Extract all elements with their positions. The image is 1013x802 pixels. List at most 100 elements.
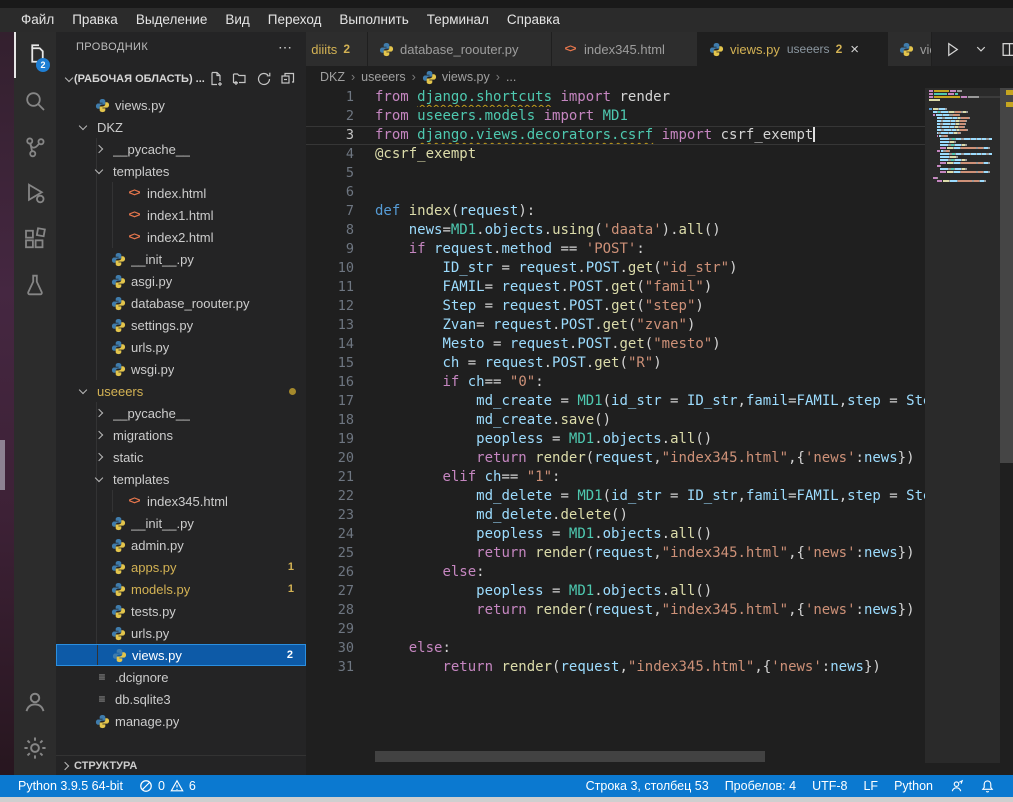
tab-database_roouter.py[interactable]: database_roouter.py — [368, 32, 552, 66]
activitybar-item-settings[interactable] — [14, 725, 56, 771]
tree-file-.dcignore[interactable]: ≡.dcignore — [56, 666, 306, 688]
activitybar-item-explorer[interactable]: 2 — [14, 32, 56, 78]
tree-folder-static[interactable]: static — [56, 446, 306, 468]
outline-section-header[interactable]: СТРУКТУРА — [56, 755, 306, 775]
code-line-24[interactable]: 24 peopless = MD1.objects.all() — [306, 525, 925, 544]
code-editor[interactable]: 1from django.shortcuts import render2fro… — [306, 88, 1013, 763]
code-line-1[interactable]: 1from django.shortcuts import render — [306, 88, 925, 107]
tree-file-apps.py[interactable]: apps.py1 — [56, 556, 306, 578]
split-editor-icon[interactable] — [1001, 41, 1013, 58]
code-line-14[interactable]: 14 Mesto = request.POST.get("mesto") — [306, 335, 925, 354]
close-icon[interactable]: × — [850, 41, 859, 58]
vertical-scrollbar[interactable] — [1000, 88, 1013, 763]
tree-file-index2.html[interactable]: <>index2.html — [56, 226, 306, 248]
new-folder-icon[interactable] — [232, 71, 248, 87]
code-line-5[interactable]: 5 — [306, 164, 925, 183]
code-line-3[interactable]: 3from django.views.decorators.csrf impor… — [306, 126, 925, 145]
refresh-icon[interactable] — [256, 71, 272, 87]
code-line-23[interactable]: 23 md_delete.delete() — [306, 506, 925, 525]
tab-views.py[interactable]: views.pyuseeers2× — [698, 32, 888, 66]
code-line-17[interactable]: 17 md_create = MD1(id_str = ID_str,famil… — [306, 392, 925, 411]
tree-folder-templates[interactable]: templates — [56, 160, 306, 182]
breadcrumb-item-useeers[interactable]: useeers — [361, 70, 405, 84]
tree-file-__init__.py[interactable]: __init__.py — [56, 512, 306, 534]
code-line-25[interactable]: 25 return render(request,"index345.html"… — [306, 544, 925, 563]
new-file-icon[interactable] — [208, 71, 224, 87]
horizontal-scrollbar-thumb[interactable] — [375, 751, 765, 762]
code-line-31[interactable]: 31 return render(request,"index345.html"… — [306, 658, 925, 677]
tree-file-index.html[interactable]: <>index.html — [56, 182, 306, 204]
vertical-scrollbar-thumb[interactable] — [1000, 88, 1013, 463]
tab-index345.html[interactable]: <>index345.html — [552, 32, 698, 66]
code-line-13[interactable]: 13 Zvan= request.POST.get("zvan") — [306, 316, 925, 335]
tree-file-admin.py[interactable]: admin.py — [56, 534, 306, 556]
code-line-6[interactable]: 6 — [306, 183, 925, 202]
collapse-all-icon[interactable] — [280, 71, 296, 87]
code-line-2[interactable]: 2from useeers.models import MD1 — [306, 107, 925, 126]
status-feedback[interactable] — [941, 775, 972, 797]
status-eol[interactable]: LF — [855, 775, 886, 797]
code-line-9[interactable]: 9 if request.method == 'POST': — [306, 240, 925, 259]
tree-folder-templates[interactable]: templates — [56, 468, 306, 490]
code-line-16[interactable]: 16 if ch== "0": — [306, 373, 925, 392]
activitybar-item-testing[interactable] — [14, 262, 56, 308]
explorer-more-actions-icon[interactable]: ⋯ — [278, 39, 292, 56]
tree-file-db.sqlite3[interactable]: ≡db.sqlite3 — [56, 688, 306, 710]
menu-item-3[interactable]: Вид — [216, 8, 258, 32]
code-line-12[interactable]: 12 Step = request.POST.get("step") — [306, 297, 925, 316]
tree-file-views.py[interactable]: views.py2 — [56, 644, 306, 666]
activitybar-item-source-control[interactable] — [14, 124, 56, 170]
workspace-section-header[interactable]: (РАБОЧАЯ ОБЛАСТЬ) ... — [56, 68, 306, 90]
code-line-28[interactable]: 28 return render(request,"index345.html"… — [306, 601, 925, 620]
code-line-11[interactable]: 11 FAMIL= request.POST.get("famil") — [306, 278, 925, 297]
minimap[interactable] — [925, 88, 1000, 763]
menu-item-5[interactable]: Выполнить — [330, 8, 417, 32]
code-line-26[interactable]: 26 else: — [306, 563, 925, 582]
menu-item-2[interactable]: Выделение — [127, 8, 217, 32]
tree-file-urls.py[interactable]: urls.py — [56, 336, 306, 358]
tree-file-settings.py[interactable]: settings.py — [56, 314, 306, 336]
tree-file-urls.py[interactable]: urls.py — [56, 622, 306, 644]
status-notifications[interactable] — [972, 775, 1003, 797]
code-line-20[interactable]: 20 return render(request,"index345.html"… — [306, 449, 925, 468]
code-line-10[interactable]: 10 ID_str = request.POST.get("id_str") — [306, 259, 925, 278]
tree-folder-useeers[interactable]: useeers — [56, 380, 306, 402]
code-line-29[interactable]: 29 — [306, 620, 925, 639]
tree-file-models.py[interactable]: models.py1 — [56, 578, 306, 600]
code-line-21[interactable]: 21 elif ch== "1": — [306, 468, 925, 487]
activitybar-item-extensions[interactable] — [14, 216, 56, 262]
code-line-27[interactable]: 27 peopless = MD1.objects.all() — [306, 582, 925, 601]
run-dropdown-icon[interactable] — [975, 43, 987, 55]
tree-file-asgi.py[interactable]: asgi.py — [56, 270, 306, 292]
tree-file-database_roouter.py[interactable]: database_roouter.py — [56, 292, 306, 314]
code-line-30[interactable]: 30 else: — [306, 639, 925, 658]
run-icon[interactable] — [944, 41, 961, 58]
tree-file-__init__.py[interactable]: __init__.py — [56, 248, 306, 270]
code-line-19[interactable]: 19 peopless = MD1.objects.all() — [306, 430, 925, 449]
menu-item-0[interactable]: Файл — [12, 8, 63, 32]
status-problems[interactable]: 06 — [131, 775, 204, 797]
status-indentation[interactable]: Пробелов: 4 — [717, 775, 804, 797]
activitybar-item-search[interactable] — [14, 78, 56, 124]
activitybar-item-run-debug[interactable] — [14, 170, 56, 216]
tree-file-wsgi.py[interactable]: wsgi.py — [56, 358, 306, 380]
tree-file-index1.html[interactable]: <>index1.html — [56, 204, 306, 226]
tree-file-index345.html[interactable]: <>index345.html — [56, 490, 306, 512]
tree-file-views.py[interactable]: views.py — [56, 94, 306, 116]
code-line-8[interactable]: 8 news=MD1.objects.using('daata').all() — [306, 221, 925, 240]
menu-item-6[interactable]: Терминал — [418, 8, 498, 32]
code-line-7[interactable]: 7def index(request): — [306, 202, 925, 221]
tree-folder-__pycache__[interactable]: __pycache__ — [56, 138, 306, 160]
status-language-mode[interactable]: Python — [886, 775, 941, 797]
tree-folder-__pycache__[interactable]: __pycache__ — [56, 402, 306, 424]
breadcrumb-item-DKZ[interactable]: DKZ — [320, 70, 345, 84]
code-line-22[interactable]: 22 md_delete = MD1(id_str = ID_str,famil… — [306, 487, 925, 506]
menu-item-4[interactable]: Переход — [259, 8, 331, 32]
tree-folder-migrations[interactable]: migrations — [56, 424, 306, 446]
code-line-18[interactable]: 18 md_create.save() — [306, 411, 925, 430]
menu-item-7[interactable]: Справка — [498, 8, 569, 32]
status-python-interpreter[interactable]: Python 3.9.5 64-bit — [10, 775, 131, 797]
menu-item-1[interactable]: Правка — [63, 8, 127, 32]
tree-file-tests.py[interactable]: tests.py — [56, 600, 306, 622]
status-encoding[interactable]: UTF-8 — [804, 775, 855, 797]
